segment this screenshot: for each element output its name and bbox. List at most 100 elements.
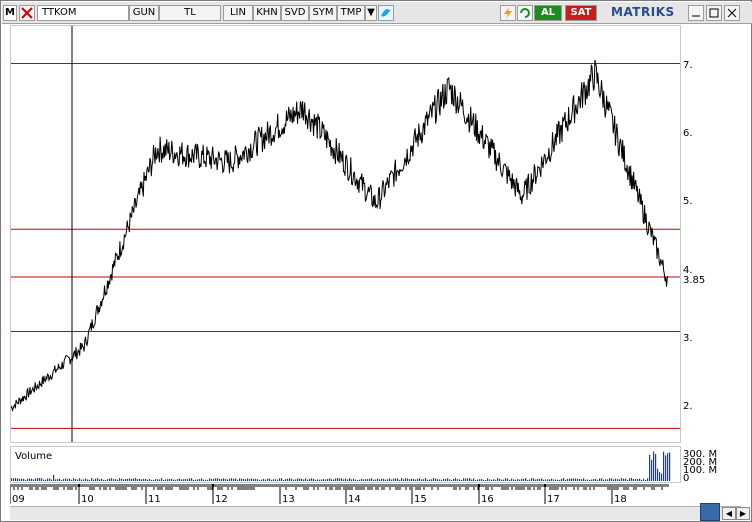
- volume-panel[interactable]: Volume: [10, 446, 681, 483]
- volume-bar: [191, 478, 193, 481]
- chart-window: M TTKOM GUN TL LIN KHN SVD SYM TMP ▼ AL …: [0, 0, 752, 522]
- volume-bar: [231, 478, 233, 481]
- volume-bar: [647, 478, 649, 481]
- volume-bar: [19, 478, 21, 481]
- volume-bar: [573, 478, 575, 481]
- volume-bar: [283, 479, 285, 481]
- volume-bar: [43, 479, 45, 481]
- volume-bar: [665, 455, 667, 481]
- symbol-icon[interactable]: [19, 5, 35, 21]
- khn-button[interactable]: KHN: [253, 5, 281, 21]
- volume-bar: [183, 479, 185, 481]
- svd-button[interactable]: SVD: [281, 5, 309, 21]
- volume-bar: [669, 452, 671, 481]
- tmp-button[interactable]: TMP: [337, 5, 365, 21]
- volume-bar: [41, 478, 43, 481]
- volume-bar: [219, 478, 221, 481]
- close-icon[interactable]: [724, 5, 740, 21]
- volume-bar: [605, 479, 607, 481]
- volume-bar: [387, 479, 389, 481]
- volume-bar: [77, 479, 79, 481]
- buy-button[interactable]: AL: [534, 5, 562, 21]
- volume-bar: [427, 479, 429, 481]
- volume-bar: [147, 479, 149, 481]
- volume-bar: [335, 478, 337, 481]
- period-button[interactable]: GUN: [129, 5, 159, 21]
- time-axis: 09 10 11 12 13 14 15 16 17 18: [9, 484, 741, 506]
- volume-bar: [383, 478, 385, 481]
- volume-bar: [449, 479, 451, 481]
- volume-bar: [177, 479, 179, 481]
- volume-bar: [609, 478, 611, 481]
- volume-bar: [103, 479, 105, 481]
- maximize-icon[interactable]: [706, 5, 722, 21]
- volume-bar: [223, 478, 225, 481]
- volume-bar: [99, 479, 101, 481]
- volume-bar: [505, 478, 507, 481]
- volume-bar: [331, 479, 333, 481]
- volume-bar: [659, 472, 661, 481]
- volume-bar: [547, 479, 549, 481]
- volume-bar: [83, 479, 85, 481]
- volume-bar: [303, 479, 305, 481]
- volume-bar: [117, 479, 119, 481]
- scroll-right-icon[interactable]: ▶: [736, 507, 750, 520]
- volume-bar: [519, 479, 521, 481]
- sell-button[interactable]: SAT: [565, 5, 597, 21]
- minimize-icon[interactable]: [688, 5, 704, 21]
- volume-bar: [65, 478, 67, 481]
- volume-bar: [409, 479, 411, 481]
- volume-bar: [143, 478, 145, 481]
- volume-bar: [121, 478, 123, 481]
- volume-bar: [417, 478, 419, 481]
- volume-bar: [619, 479, 621, 481]
- volume-bar: [595, 478, 597, 481]
- volume-bar: [155, 479, 157, 481]
- volume-bar: [29, 478, 31, 481]
- volume-bar: [111, 478, 113, 481]
- scroll-left-icon[interactable]: ◀: [722, 507, 736, 520]
- volume-bar: [655, 453, 657, 481]
- volume-bar: [325, 479, 327, 481]
- horizontal-scrollbar[interactable]: ◀ ▶: [10, 503, 750, 521]
- volume-bar: [371, 478, 373, 481]
- price-chart[interactable]: [10, 25, 681, 443]
- volume-bar: [167, 479, 169, 481]
- volume-bar: [79, 478, 81, 481]
- volume-bar: [615, 478, 617, 481]
- lin-button[interactable]: LIN: [223, 5, 253, 21]
- sym-button[interactable]: SYM: [309, 5, 337, 21]
- volume-bar: [285, 479, 287, 481]
- volume-bar: [27, 478, 29, 481]
- volume-bar: [295, 479, 297, 481]
- volume-bar: [667, 453, 669, 481]
- volume-bar: [149, 479, 151, 481]
- refresh-icon[interactable]: [517, 5, 533, 21]
- year-label: 17: [547, 494, 560, 505]
- volume-bar: [535, 479, 537, 481]
- twitter-icon[interactable]: [378, 5, 394, 21]
- volume-bar: [217, 478, 219, 481]
- volume-bar: [353, 478, 355, 481]
- year-label: 11: [148, 494, 161, 505]
- currency-button[interactable]: TL: [159, 5, 221, 21]
- volume-bar: [523, 479, 525, 481]
- dropdown-arrow-icon[interactable]: ▼: [365, 5, 377, 21]
- volume-bar: [261, 479, 263, 481]
- volume-bar: [613, 479, 615, 481]
- volume-bar: [651, 459, 653, 481]
- symbol-input[interactable]: TTKOM: [37, 5, 129, 21]
- year-label: 09: [12, 494, 25, 505]
- volume-bar: [193, 479, 195, 481]
- volume-bar: [455, 478, 457, 481]
- sync-icon[interactable]: [700, 503, 720, 521]
- volume-bar: [525, 478, 527, 481]
- volume-bar: [87, 479, 89, 481]
- price-line: [10, 59, 669, 413]
- lightning-icon[interactable]: [500, 5, 516, 21]
- volume-bar: [485, 479, 487, 481]
- volume-bar: [73, 478, 75, 481]
- m-button[interactable]: M: [3, 5, 17, 21]
- volume-bar: [627, 479, 629, 481]
- volume-bar: [215, 478, 217, 481]
